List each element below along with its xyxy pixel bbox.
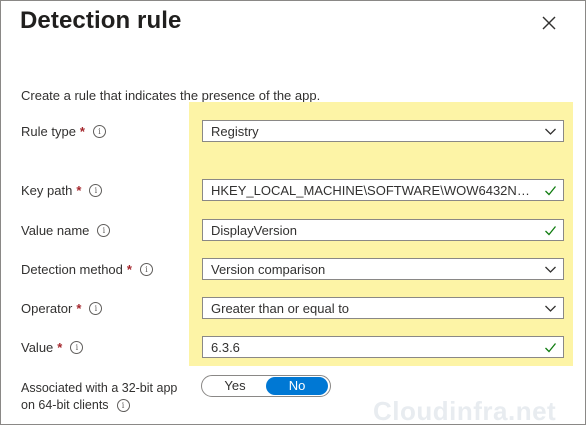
checkmark-icon (545, 343, 557, 353)
checkmark-icon (545, 226, 557, 236)
associated-label-line1: Associated with a 32-bit app (21, 381, 178, 395)
toggle-no-option[interactable]: No (266, 377, 328, 395)
chevron-down-icon (545, 305, 556, 312)
required-marker: * (76, 301, 82, 316)
value-label-text: Value (21, 340, 54, 355)
dialog-subtitle: Create a rule that indicates the presenc… (21, 88, 321, 103)
required-marker: * (57, 340, 63, 355)
watermark: Cloudinfra.net (373, 396, 557, 425)
info-icon[interactable]: i (70, 341, 84, 354)
required-marker: * (76, 183, 82, 198)
required-marker: * (79, 124, 85, 139)
operator-label: Operator * i (21, 301, 103, 316)
operator-dropdown[interactable]: Greater than or equal to (202, 297, 564, 319)
value-label: Value * i (21, 340, 84, 355)
associated-label-line2: on 64-bit clients i (21, 397, 177, 414)
detection-method-label: Detection method * i (21, 262, 153, 277)
detection-method-label-text: Detection method (21, 262, 123, 277)
chevron-down-icon (545, 266, 556, 273)
info-icon[interactable]: i (89, 302, 103, 315)
chevron-down-icon (545, 128, 556, 135)
detection-method-dropdown[interactable]: Version comparison (202, 258, 564, 280)
key-path-label: Key path * i (21, 183, 103, 198)
key-path-input[interactable]: HKEY_LOCAL_MACHINE\SOFTWARE\WOW6432Node\… (202, 179, 564, 201)
rule-type-label-text: Rule type (21, 124, 76, 139)
associated-32bit-label: Associated with a 32-bit app on 64-bit c… (21, 380, 177, 414)
dialog-title: Detection rule (20, 7, 182, 34)
key-path-label-text: Key path (21, 183, 73, 198)
value-input[interactable]: 6.3.6 (202, 336, 564, 358)
rule-type-value: Registry (211, 123, 259, 139)
key-path-value: HKEY_LOCAL_MACHINE\SOFTWARE\WOW6432Node\… (211, 182, 537, 198)
info-icon[interactable]: i (89, 184, 103, 197)
rule-type-dropdown[interactable]: Registry (202, 120, 564, 142)
rule-type-label: Rule type * i (21, 124, 106, 139)
toggle-yes-option[interactable]: Yes (204, 377, 266, 395)
operator-value: Greater than or equal to (211, 300, 350, 316)
value-name-input[interactable]: DisplayVersion (202, 219, 564, 241)
close-icon[interactable] (538, 12, 560, 34)
associated-label-line2-text: on 64-bit clients (21, 398, 109, 412)
value-name-label: Value name i (21, 223, 111, 238)
info-icon[interactable]: i (97, 224, 111, 237)
required-marker: * (126, 262, 132, 277)
value-value: 6.3.6 (211, 339, 240, 355)
operator-label-text: Operator (21, 301, 73, 316)
info-icon[interactable]: i (139, 263, 153, 276)
value-name-value: DisplayVersion (211, 222, 297, 238)
checkmark-icon (545, 186, 557, 196)
info-icon[interactable]: i (92, 125, 106, 138)
associated-32bit-toggle[interactable]: Yes No (201, 375, 331, 397)
info-icon[interactable]: i (116, 399, 130, 412)
detection-method-value: Version comparison (211, 261, 326, 277)
detection-rule-dialog: Detection rule Create a rule that indica… (0, 0, 586, 425)
value-name-label-text: Value name (21, 223, 90, 238)
